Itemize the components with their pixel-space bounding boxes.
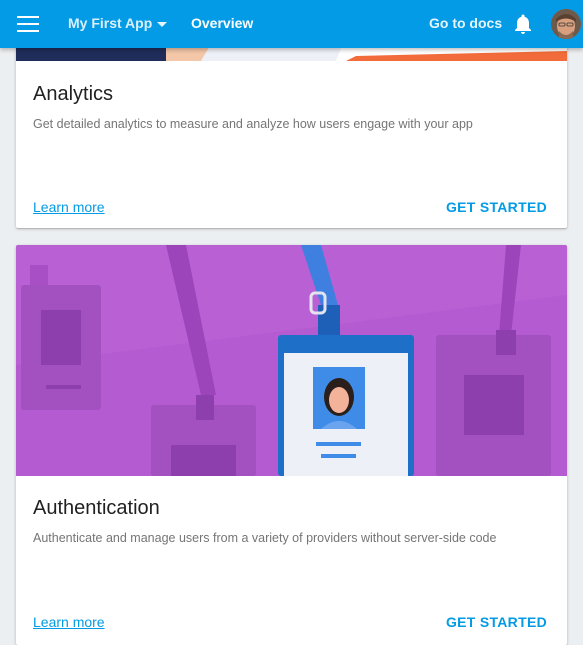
analytics-card: Analytics Get detailed analytics to meas… (16, 36, 567, 228)
authentication-hero-image (16, 245, 567, 476)
card-description: Get detailed analytics to measure and an… (33, 117, 473, 131)
authentication-card: Authentication Authenticate and manage u… (16, 245, 567, 645)
chevron-down-icon[interactable] (157, 22, 167, 27)
learn-more-link[interactable]: Learn more (33, 614, 105, 630)
avatar[interactable] (551, 9, 581, 39)
menu-icon[interactable] (17, 16, 39, 32)
bell-icon[interactable] (514, 14, 532, 34)
card-title: Analytics (33, 83, 114, 105)
app-selector[interactable]: My First App (68, 15, 152, 31)
get-started-button[interactable]: GET STARTED (446, 199, 547, 215)
top-app-bar: My First App Overview Go to docs (0, 0, 583, 48)
card-title: Authentication (33, 497, 160, 519)
page-title: Overview (191, 15, 254, 31)
card-description: Authenticate and manage users from a var… (33, 531, 497, 545)
go-to-docs-link[interactable]: Go to docs (429, 15, 502, 31)
get-started-button[interactable]: GET STARTED (446, 614, 547, 630)
learn-more-link[interactable]: Learn more (33, 199, 105, 215)
